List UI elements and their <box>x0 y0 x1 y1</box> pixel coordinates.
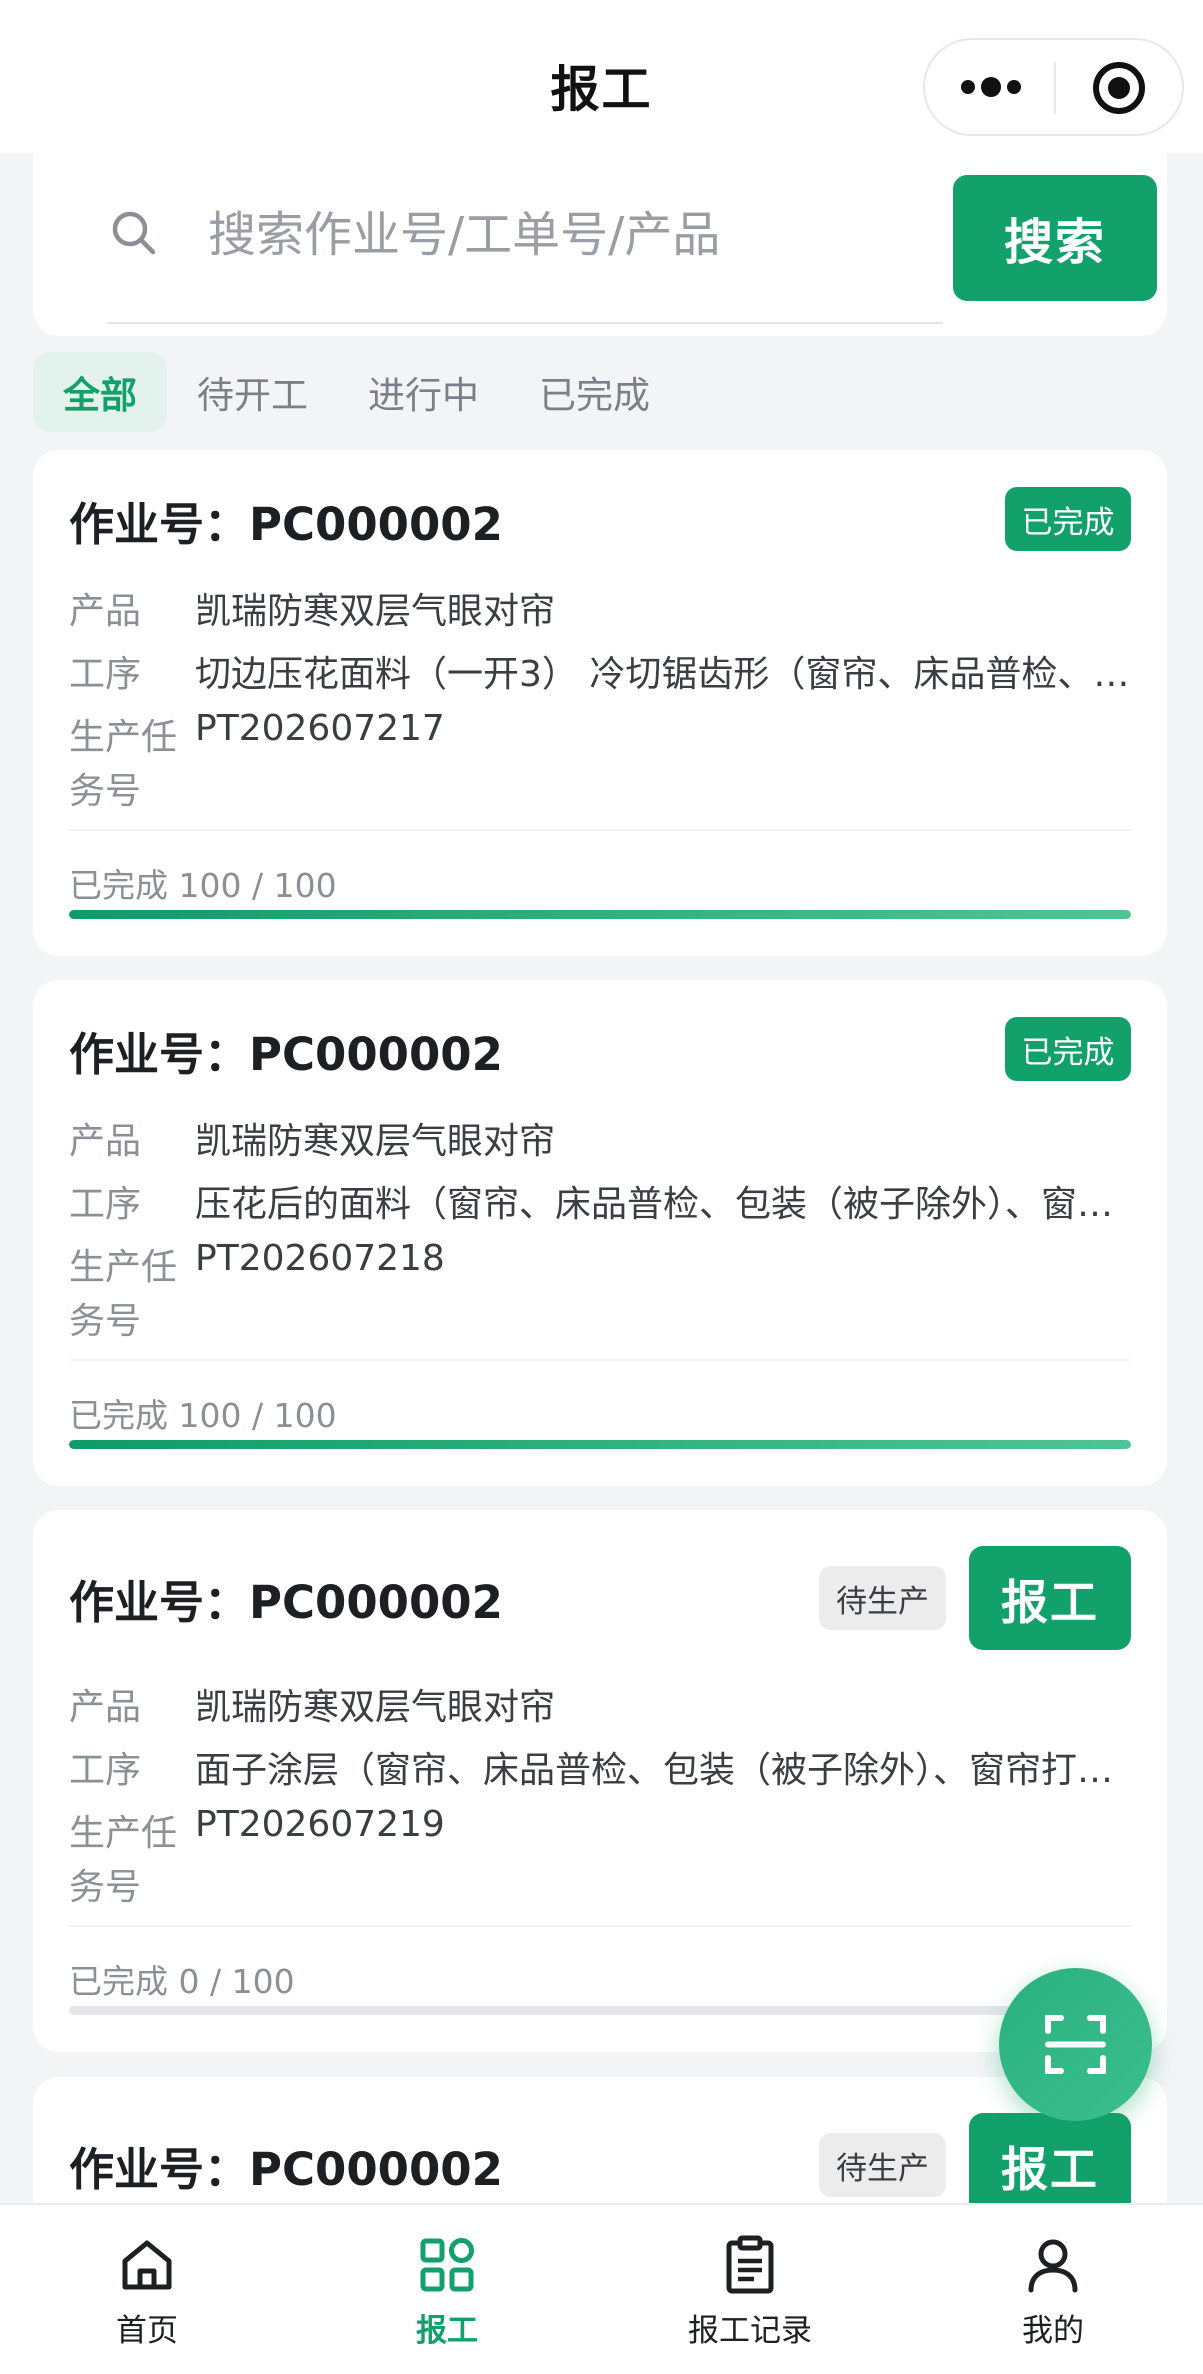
close-miniprogram-icon[interactable] <box>1093 62 1145 114</box>
report-button[interactable]: 报工 <box>969 1546 1131 1650</box>
clipboard-icon <box>726 2235 774 2294</box>
card-divider <box>69 1359 1131 1361</box>
search-icon <box>112 211 156 255</box>
job-number: 作业号：PC000002 <box>69 498 503 551</box>
home-icon <box>122 2240 172 2290</box>
tabbar-label: 我的 <box>1022 2313 1084 2349</box>
card-divider <box>69 1925 1131 1927</box>
tab-not-started[interactable]: 待开工 <box>167 352 338 432</box>
tabbar-item-home[interactable]: 首页 <box>0 2205 297 2374</box>
progress-bar <box>69 2006 1131 2015</box>
progress-text: 已完成 100 / 100 <box>69 1396 337 1435</box>
tabbar-item-report-records[interactable]: 报工记录 <box>600 2205 900 2374</box>
job-card[interactable]: 作业号：PC000002 待生产 报工 产品 凯瑞防寒双层气眼对帘 工序 面子涂… <box>33 1510 1167 2052</box>
task-number-value: PT202607217 <box>195 708 445 749</box>
more-icon[interactable] <box>961 69 1021 105</box>
status-badge: 待生产 <box>819 2133 946 2197</box>
product-label: 产品 <box>69 1687 142 1728</box>
product-value: 凯瑞防寒双层气眼对帘 <box>195 1687 556 1728</box>
progress-fill <box>69 910 1131 919</box>
task-number-label-cont: 务号 <box>69 1867 142 1908</box>
bottom-tab-bar: 首页 报工 报工记录 我的 <box>0 2203 1203 2374</box>
report-button[interactable]: 报工 <box>969 2113 1131 2217</box>
task-number-label: 生产任 <box>69 1247 178 1288</box>
product-value: 凯瑞防寒双层气眼对帘 <box>195 591 556 632</box>
progress-bar <box>69 910 1131 919</box>
user-icon <box>1028 2239 1078 2293</box>
process-value: 压花后的面料（窗帘、床品普检、包装（被子除外）、窗帘打孔） <box>195 1184 1131 1225</box>
tab-all[interactable]: 全部 <box>33 352 167 432</box>
product-label: 产品 <box>69 591 142 632</box>
tabbar-label: 首页 <box>116 2313 178 2349</box>
nav-header: 报工 <box>0 0 1203 153</box>
tabbar-item-mine[interactable]: 我的 <box>903 2205 1203 2374</box>
task-number-value: PT202607219 <box>195 1804 445 1845</box>
progress-bar <box>69 1440 1131 1449</box>
product-label: 产品 <box>69 1121 142 1162</box>
task-number-value: PT202607218 <box>195 1238 445 1279</box>
task-number-label: 生产任 <box>69 717 178 758</box>
tabbar-label: 报工记录 <box>688 2313 812 2349</box>
tabbar-label: 报工 <box>416 2313 478 2349</box>
process-label: 工序 <box>69 654 142 695</box>
job-number: 作业号：PC000002 <box>69 2143 503 2196</box>
search-button[interactable]: 搜索 <box>953 175 1157 301</box>
task-number-label-cont: 务号 <box>69 771 142 812</box>
tab-completed[interactable]: 已完成 <box>509 352 680 432</box>
scan-icon <box>1045 2015 1106 2074</box>
mini-program-capsule <box>923 38 1184 136</box>
process-value: 切边压花面料（一开3） 冷切锯齿形（窗帘、床品普检、包装（被子除外）、窗帘打孔） <box>195 654 1131 695</box>
search-panel: 搜索 <box>33 150 1167 336</box>
process-label: 工序 <box>69 1184 142 1225</box>
status-badge: 已完成 <box>1005 487 1131 551</box>
process-label: 工序 <box>69 1750 142 1791</box>
tabbar-item-report[interactable]: 报工 <box>297 2205 597 2374</box>
scan-button[interactable] <box>999 1968 1152 2121</box>
tab-in-progress[interactable]: 进行中 <box>338 352 509 432</box>
process-value: 面子涂层（窗帘、床品普检、包装（被子除外）、窗帘打孔） <box>195 1750 1131 1791</box>
job-card[interactable]: 作业号：PC000002 已完成 产品 凯瑞防寒双层气眼对帘 工序 压花后的面料… <box>33 980 1167 1486</box>
job-number: 作业号：PC000002 <box>69 1028 503 1081</box>
product-value: 凯瑞防寒双层气眼对帘 <box>195 1121 556 1162</box>
progress-fill <box>69 1440 1131 1449</box>
grid-icon <box>420 2238 474 2292</box>
progress-text: 已完成 100 / 100 <box>69 866 337 905</box>
status-badge: 已完成 <box>1005 1017 1131 1081</box>
task-number-label: 生产任 <box>69 1813 178 1854</box>
capsule-divider <box>1054 62 1056 114</box>
search-input[interactable] <box>208 198 768 272</box>
task-number-label-cont: 务号 <box>69 1301 142 1342</box>
job-card[interactable]: 作业号：PC000002 已完成 产品 凯瑞防寒双层气眼对帘 工序 切边压花面料… <box>33 450 1167 956</box>
search-underline <box>107 322 943 324</box>
progress-text: 已完成 0 / 100 <box>69 1962 295 2001</box>
status-badge: 待生产 <box>819 1566 946 1630</box>
status-filter-tabs: 全部 待开工 进行中 已完成 <box>33 352 680 432</box>
job-number: 作业号：PC000002 <box>69 1576 503 1629</box>
card-divider <box>69 829 1131 831</box>
